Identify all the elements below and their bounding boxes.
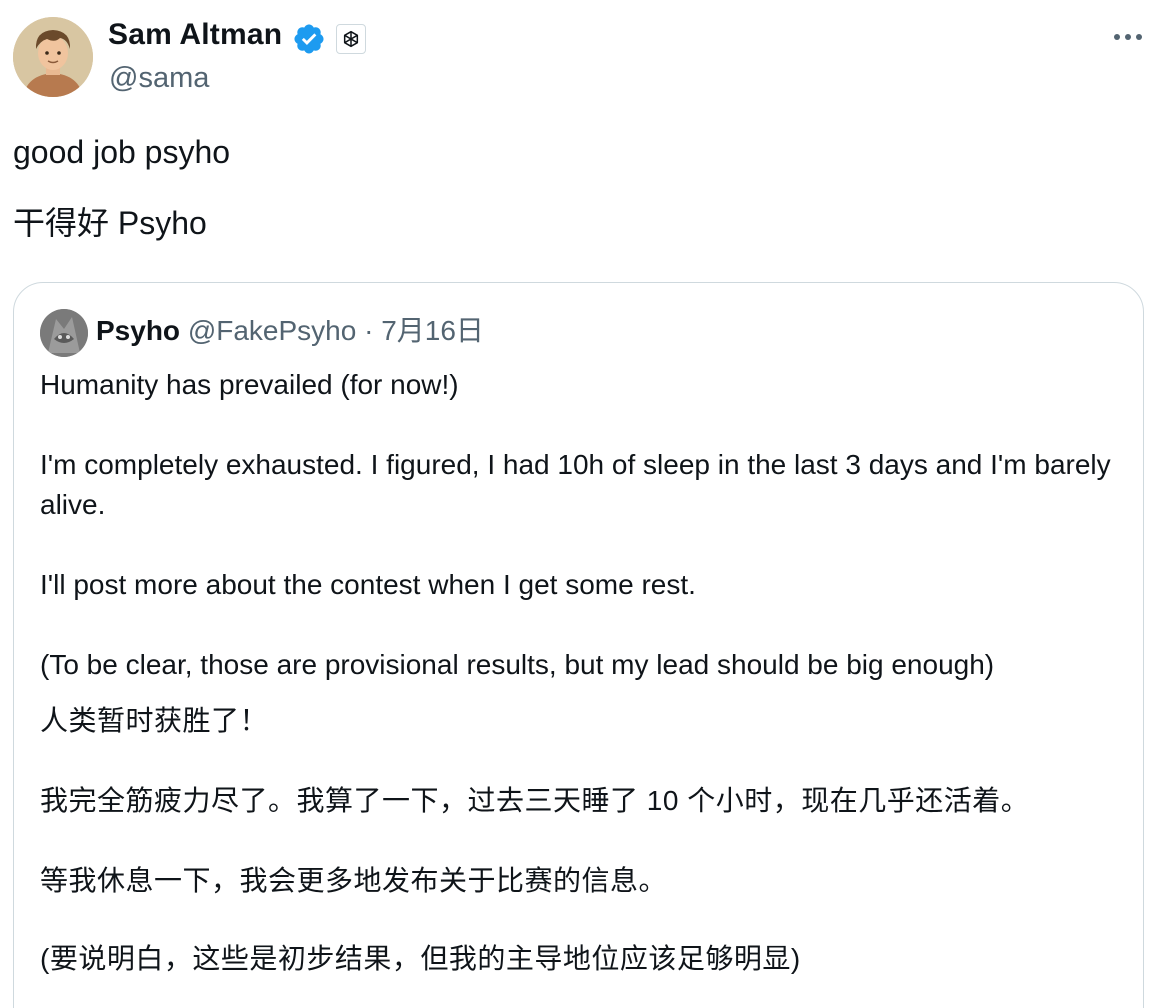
quoted-paragraph: I'm completely exhausted. I figured, I h…: [40, 449, 1111, 520]
author-avatar[interactable]: [13, 17, 93, 97]
openai-logo-icon[interactable]: [336, 24, 366, 54]
quoted-paragraph: (要说明白，这些是初步结果，但我的主导地位应该足够明显): [40, 943, 801, 974]
quoted-paragraph: I'll post more about the contest when I …: [40, 569, 696, 600]
header-separator: ·: [364, 315, 374, 346]
quoted-tweet-card[interactable]: Psyho @FakePsyho · 7月16日 Humanity has pr…: [13, 282, 1144, 1008]
quoted-paragraph: 人类暂时获胜了！: [40, 705, 269, 736]
quoted-tweet-date[interactable]: 7月16日: [381, 315, 484, 346]
tweet-text-line: 干得好 Psyho: [13, 205, 207, 241]
author-display-name[interactable]: Sam Altman: [108, 18, 282, 52]
quoted-tweet-header: Psyho @FakePsyho · 7月16日: [96, 313, 484, 349]
quoted-paragraph: 等我休息一下，我会更多地发布关于比赛的信息。: [40, 865, 668, 896]
verified-badge-icon[interactable]: [292, 22, 326, 56]
author-handle[interactable]: @sama: [109, 62, 209, 95]
more-horizontal-icon[interactable]: [1108, 22, 1148, 52]
tweet-text-line: good job psyho: [13, 134, 231, 170]
quoted-paragraph: Humanity has prevailed (for now!): [40, 369, 459, 400]
quoted-author-avatar[interactable]: [40, 309, 88, 357]
quoted-author-display-name[interactable]: Psyho: [96, 315, 180, 346]
quoted-author-handle[interactable]: @FakePsyho: [188, 315, 357, 346]
quoted-paragraph: 我完全筋疲力尽了。我算了一下，过去三天睡了 10 个小时，现在几乎还活着。: [40, 785, 1030, 816]
quoted-paragraph: (To be clear, those are provisional resu…: [40, 649, 995, 680]
tweet-view: Sam Altman @sama good job psyho 干得好 Psyh…: [0, 0, 1170, 1008]
